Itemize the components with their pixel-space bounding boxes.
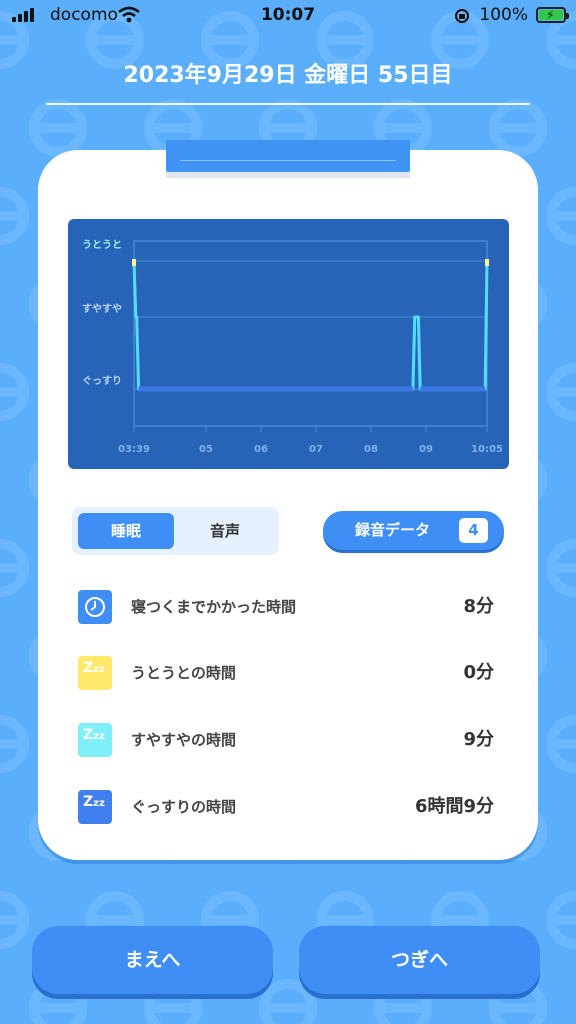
x-tick-label: 06 [254,444,268,455]
clock-icon [78,590,112,624]
stat-value: 6時間9分 [414,796,494,817]
stat-value: 0分 [463,662,494,683]
stat-label: すやすやの時間 [131,731,237,749]
view-toggle: 睡眠 音声 [72,507,279,555]
sleep-chart-svg: うとうとすやすやぐっすり 03:39 05 06 07 08 09 10:05 [82,239,503,455]
y-axis-label: すやすや [82,303,122,315]
stat-value: 8分 [463,596,494,617]
stat-value: 9分 [463,729,494,750]
stat-row-light-sleep: Zzz うとうとの時間 0分 [78,656,496,690]
page-title: 2023年9月29日 金曜日 55日目 [123,63,453,88]
x-tick-label: 07 [309,444,323,455]
chart-frame [133,240,488,427]
x-tick-label: 03:39 [118,444,150,455]
tab-sleep[interactable]: 睡眠 [78,513,174,549]
battery-percent: 100% [479,5,528,25]
next-button[interactable]: つぎへ [299,926,540,994]
stat-label: うとうとの時間 [131,664,236,682]
y-axis-label: うとうと [82,239,122,251]
card-clip [166,140,410,178]
light-sleep-marker [485,259,489,266]
x-tick-label: 09 [419,444,433,455]
rotation-lock-icon [455,9,469,23]
x-tick-label: 10:05 [471,444,503,455]
recording-data-label: 録音データ [355,521,431,539]
stat-label: ぐっすりの時間 [131,798,237,816]
status-bar: docomo 10:07 100% ⚡ [0,0,576,34]
x-tick-label: 05 [199,444,213,455]
tab-audio[interactable]: 音声 [177,513,273,549]
battery-icon: ⚡ [536,7,569,23]
prev-button[interactable]: まえへ [32,926,273,994]
sleep-light-icon: Zzz [78,656,112,690]
light-sleep-marker [132,259,136,266]
recording-data-button[interactable]: 録音データ 4 [323,511,504,550]
x-tick-label: 08 [364,444,378,455]
y-axis-label: ぐっすり [82,375,122,387]
sleep-deep-icon: Zzz [78,790,112,824]
sleep-medium-icon: Zzz [78,723,112,757]
stat-label: 寝つくまでかかった時間 [131,598,297,616]
stat-row-fall-asleep: 寝つくまでかかった時間 8分 [78,590,496,624]
sleep-chart: うとうとすやすやぐっすり 03:39 05 06 07 08 09 10:05 [68,219,509,469]
stat-row-deep-sleep: Zzz ぐっすりの時間 6時間9分 [78,790,496,824]
sleep-line [132,260,489,391]
title-divider [46,103,530,105]
stat-row-medium-sleep: Zzz すやすやの時間 9分 [78,723,496,757]
recording-count-badge: 4 [459,518,488,543]
